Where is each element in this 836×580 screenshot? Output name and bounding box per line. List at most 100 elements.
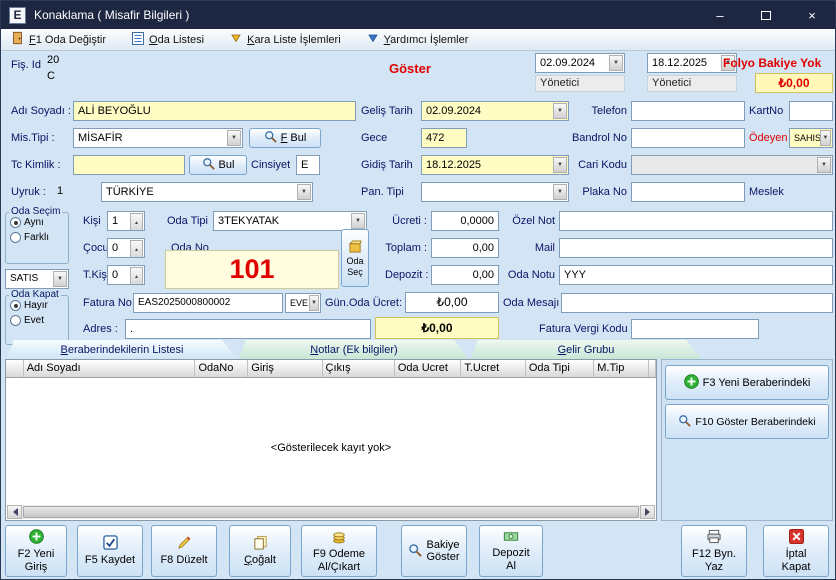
folyo-amount: ₺0,00 [755, 73, 833, 93]
cocuk-stepper[interactable]: 0 [107, 238, 145, 258]
column-header[interactable]: M.Tip [594, 360, 649, 377]
column-header[interactable]: Çıkış [323, 360, 395, 377]
oda-no-display: 101 [165, 250, 339, 289]
operator-start: Yönetici [535, 75, 625, 92]
tab-label: Beraberindekilerin Listesi [61, 344, 184, 356]
radio-hayir[interactable]: Hayır [10, 300, 65, 311]
tab-gelir-grubu[interactable]: Gelir Grubu [471, 340, 701, 359]
chevron-down-icon [820, 130, 831, 146]
stepper-buttons[interactable] [130, 240, 143, 256]
f12-beyan-yaz-button[interactable]: F12 Byn. Yaz [681, 525, 747, 577]
grid-icon-cell [6, 360, 24, 377]
button-label: F12 Byn. [692, 548, 736, 560]
cari-kodu-label: Cari Kodu [521, 158, 627, 172]
cari-kodu-select[interactable] [631, 155, 833, 175]
oda-notu-input[interactable]: YYY [559, 265, 833, 285]
tab-label: Gelir Grubu [558, 344, 615, 356]
scroll-right-button[interactable] [640, 505, 655, 519]
minimize-button[interactable]: – [697, 1, 743, 29]
column-header[interactable]: Giriş [248, 360, 322, 377]
satis-value: SATIS [10, 273, 38, 284]
gece-input[interactable]: 472 [421, 128, 467, 148]
pencil-icon [177, 535, 192, 553]
tab-notlar[interactable]: Notlar (Ek bilgiler) [239, 340, 469, 359]
oda-secim-title: Oda Seçim [9, 206, 62, 217]
radio-farkli-label: Farklı [24, 232, 49, 243]
kisi-stepper[interactable]: 1 [107, 211, 145, 231]
radio-ayni[interactable]: Aynı [10, 217, 65, 228]
gelis-tarih-value: 02.09.2024 [426, 105, 481, 117]
ucreti-input[interactable]: 0,0000 [431, 211, 499, 231]
column-header[interactable]: Oda Tipi [526, 360, 594, 377]
close-button[interactable]: × [789, 1, 835, 29]
bandrol-input[interactable] [631, 128, 745, 148]
button-label: Al [506, 560, 516, 572]
button-label: Yaz [705, 561, 723, 573]
period-start-value: 02.09.2024 [540, 57, 595, 69]
radio-evet[interactable]: Evet [10, 315, 65, 326]
oda-tipi-select[interactable]: 3TEKYATAK [213, 211, 367, 231]
oda-mesaji-input[interactable] [561, 293, 833, 313]
uyruk-country-select[interactable]: TÜRKİYE [101, 182, 313, 202]
button-label: Al/Çıkart [318, 561, 360, 573]
fatura-combo-select[interactable]: EVE [285, 293, 321, 313]
bul-button[interactable]: Bul [189, 155, 247, 175]
tkisi-stepper[interactable]: 0 [107, 265, 145, 285]
menu-item-yardimci[interactable]: Yardımcı İşlemler [367, 32, 469, 47]
operator-end: Yönetici [647, 75, 737, 92]
period-start-select[interactable]: 02.09.2024 [535, 53, 625, 73]
depozit-al-button[interactable]: Depozit Al [479, 525, 543, 577]
f9-odeme-button[interactable]: F9 Odeme Al/Çıkart [301, 525, 377, 577]
scroll-left-button[interactable] [7, 505, 22, 519]
f8-duzelt-button[interactable]: F8 Düzelt [151, 525, 217, 577]
f2-yeni-giris-button[interactable]: F2 Yeni Giriş [5, 525, 67, 577]
oda-kapat-group: Oda Kapat Hayır Evet [5, 295, 69, 345]
fatura-no-input[interactable]: EAS2025000800002 [133, 293, 283, 313]
tkisi-value: 0 [112, 269, 118, 281]
satis-select[interactable]: SATIS [5, 269, 69, 289]
column-header[interactable]: Adı Soyadı [24, 360, 196, 377]
adres-input[interactable]: . [125, 319, 371, 339]
tab-beraberindekiler[interactable]: Beraberindekilerin Listesi [7, 340, 237, 359]
fatura-vergi-input[interactable] [631, 319, 759, 339]
companions-table: Adı Soyadı OdaNo Giriş Çıkış Oda Ucret T… [5, 359, 657, 521]
column-header[interactable]: Oda Ucret [395, 360, 461, 377]
tc-kimlik-input[interactable] [73, 155, 185, 175]
toplam-input[interactable]: 0,00 [431, 238, 499, 258]
menu-item-kara-liste[interactable]: Kara Liste İşlemleri [230, 32, 341, 47]
horizontal-scrollbar[interactable] [7, 505, 655, 519]
f-bul-button[interactable]: F Bul [249, 128, 321, 148]
menu-item-oda-listesi[interactable]: Oda Listesi [132, 32, 204, 48]
stepper-buttons[interactable] [130, 213, 143, 229]
save-check-icon [103, 535, 118, 553]
oda-sec-button[interactable]: Oda Seç [341, 229, 369, 287]
menu-item-oda-degistir[interactable]: F1 Oda Değiştir [11, 31, 106, 48]
telefon-input[interactable] [631, 101, 745, 121]
maximize-button[interactable] [743, 1, 789, 29]
column-header[interactable]: OdaNo [195, 360, 248, 377]
cogalt-button[interactable]: Çoğalt [229, 525, 291, 577]
ozel-not-input[interactable] [559, 211, 833, 231]
goster-label: Göster [389, 61, 431, 76]
plaka-input[interactable] [631, 182, 745, 202]
mail-input[interactable] [559, 238, 833, 258]
mis-tipi-select[interactable]: MİSAFİR [73, 128, 243, 148]
column-header[interactable]: T.Ucret [461, 360, 526, 377]
iptal-kapat-button[interactable]: İptal Kapat [763, 525, 829, 577]
cinsiyet-input[interactable]: E [296, 155, 320, 175]
bakiye-goster-button[interactable]: Bakiye Göster [401, 525, 467, 577]
empty-grid-message: <Gösterilecek kayıt yok> [6, 442, 656, 454]
depozit-input[interactable]: 0,00 [431, 265, 499, 285]
gun-oda-ucret-input[interactable]: ₺0,00 [405, 292, 499, 313]
stepper-buttons[interactable] [130, 267, 143, 283]
odeyen-select[interactable]: SAHIS [789, 128, 833, 148]
f10-goster-beraberindeki-button[interactable]: F10 Göster Beraberindeki [665, 404, 829, 439]
kartno-input[interactable] [789, 101, 833, 121]
f3-yeni-beraberindeki-button[interactable]: F3 Yeni Beraberindeki [665, 365, 829, 400]
column-header-filler [649, 360, 656, 377]
scrollbar-thumb[interactable] [23, 506, 639, 518]
radio-farkli[interactable]: Farklı [10, 232, 65, 243]
up-arrow-icon [130, 240, 143, 258]
adi-soyadi-input[interactable]: ALİ BEYOĞLU [73, 101, 356, 121]
f5-kaydet-button[interactable]: F5 Kaydet [77, 525, 143, 577]
